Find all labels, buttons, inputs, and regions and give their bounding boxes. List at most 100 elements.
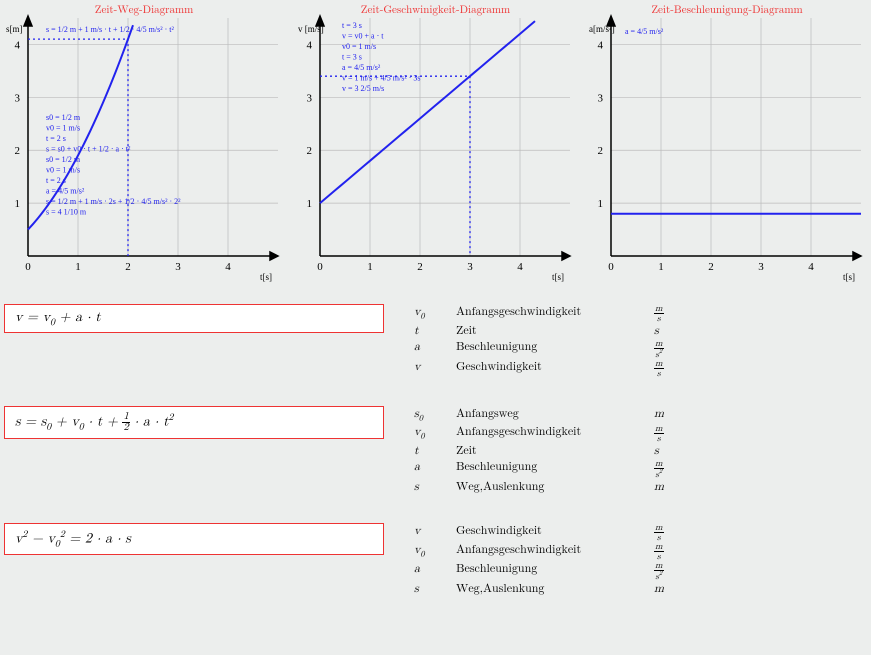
chart-title: Zeit-Beschleunigung-Diagramm: [651, 4, 802, 17]
legend-unit: m: [654, 581, 694, 597]
legend-row: v0Anfangsgeschwindigkeitms: [414, 304, 694, 323]
svg-text:s0 = 1/2 m: s0 = 1/2 m: [46, 113, 81, 122]
svg-text:a = 4/5 m/s²: a = 4/5 m/s²: [46, 187, 85, 196]
chart-svg: 012341234t[s]a[m/s²]a = 4/5 m/s²: [587, 4, 867, 284]
svg-text:2: 2: [417, 261, 423, 273]
legend-desc: Geschwindigkeit: [456, 359, 636, 378]
svg-text:t[s]: t[s]: [843, 272, 855, 282]
formula-box: v2 − v02 = 2 · a · s: [4, 523, 384, 554]
legend-row: a Beschleunigung ms2: [414, 459, 694, 479]
legend-row: v0 Anfangsgeschwindigkeit ms: [414, 542, 694, 561]
legend-unit: ms: [654, 359, 694, 378]
svg-text:3: 3: [306, 92, 312, 104]
legend-desc: Beschleunigung: [456, 561, 636, 581]
svg-text:0: 0: [608, 261, 614, 273]
svg-text:3: 3: [175, 261, 181, 273]
legend-unit: ms: [654, 424, 694, 443]
svg-text:1: 1: [306, 198, 312, 210]
legend-symbol: v: [414, 359, 438, 378]
svg-text:v = 3 2/5 m/s: v = 3 2/5 m/s: [342, 84, 384, 93]
legend-symbol: a: [414, 459, 438, 479]
legend-desc: Anfangsgeschwindigkeit: [456, 424, 636, 443]
legend-desc: Weg,Auslenkung: [456, 479, 636, 495]
legend-unit: ms: [654, 542, 694, 561]
legend-symbol: s: [414, 479, 438, 495]
chart-title: Zeit-Geschwinigkeit-Diagramm: [361, 4, 510, 17]
formula-row: s = s0 + v0 · t + 12 · a · t2 s0 Anfangswe…: [4, 406, 867, 495]
svg-text:t = 3 s: t = 3 s: [342, 21, 362, 30]
svg-text:1: 1: [598, 198, 604, 210]
svg-text:1: 1: [15, 198, 21, 210]
legend-desc: Zeit: [456, 323, 636, 339]
svg-text:1: 1: [75, 261, 81, 273]
legend-desc: Anfangsgeschwindigkeit: [456, 542, 636, 561]
svg-text:t[s]: t[s]: [260, 272, 272, 282]
svg-text:s = s0 + v0 · t + 1/2 · a · t²: s = s0 + v0 · t + 1/2 · a · t²: [46, 145, 131, 154]
legend-symbol: s0: [414, 406, 438, 424]
svg-text:4: 4: [225, 261, 231, 273]
svg-text:4: 4: [598, 39, 604, 51]
legend-desc: Beschleunigung: [456, 339, 636, 359]
legend-symbol: v: [414, 523, 438, 542]
legend-row: s0Anfangswegm: [414, 406, 694, 424]
svg-text:1: 1: [658, 261, 664, 273]
svg-text:4: 4: [15, 39, 21, 51]
svg-text:v0 = 1 m/s: v0 = 1 m/s: [46, 166, 80, 175]
charts-row: Zeit-Weg-Diagramm 0 1 2 3 4 1 2 3 4 t[s] s[m] s = 1…: [4, 4, 867, 284]
legend-desc: Beschleunigung: [456, 459, 636, 479]
svg-text:v = v0 + a · t: v = v0 + a · t: [342, 32, 384, 41]
svg-text:s = 1/2 m + 1 m/s · t + 1/2 ·: s = 1/2 m + 1 m/s · t + 1/2 · 4/5 m/s² ·…: [46, 25, 174, 34]
legend-unit: m: [654, 479, 694, 495]
formula-legend: v0AnfangsgeschwindigkeitmstZeitsaBeschle…: [414, 304, 694, 378]
chart-svg: 012341234t[s]s[m]s = 1/2 m + 1 m/s · t +…: [4, 4, 284, 284]
legend-desc: Weg,Auslenkung: [456, 581, 636, 597]
legend-row: a Beschleunigung ms2: [414, 561, 694, 581]
svg-text:s = 1/2 m + 1 m/s · 2s + 1/2 ·: s = 1/2 m + 1 m/s · 2s + 1/2 · 4/5 m/s² …: [46, 197, 181, 206]
legend-unit: ms2: [654, 561, 694, 581]
svg-text:v = 1 m/s + 4/5 m/s² · 3s: v = 1 m/s + 4/5 m/s² · 3s: [342, 74, 421, 83]
svg-text:s = 4 1/10 m: s = 4 1/10 m: [46, 208, 87, 217]
legend-unit: s: [654, 323, 694, 339]
legend-desc: Zeit: [456, 443, 636, 459]
chart-s-t: Zeit-Weg-Diagramm 012341234t[s]s[m]s = 1…: [4, 4, 284, 284]
svg-text:1: 1: [367, 261, 373, 273]
legend-symbol: a: [414, 339, 438, 359]
svg-text:v [m/s]: v [m/s]: [298, 24, 324, 34]
legend-symbol: t: [414, 323, 438, 339]
svg-text:3: 3: [598, 92, 604, 104]
svg-text:v0 = 1 m/s: v0 = 1 m/s: [342, 42, 376, 51]
formula-box: v = v0 + a · t: [4, 304, 384, 333]
formula-box: s = s0 + v0 · t + 12 · a · t2: [4, 406, 384, 439]
svg-text:4: 4: [517, 261, 523, 273]
chart-v-t: Zeit-Geschwinigkeit-Diagramm 0 1 2 3 4 1 2 3 4 t[…: [296, 4, 576, 284]
formula-row: v2 − v02 = 2 · a · s vGeschwindigkeitmsv0…: [4, 523, 867, 597]
svg-text:2: 2: [598, 145, 604, 157]
svg-text:4: 4: [808, 261, 814, 273]
svg-text:3: 3: [758, 261, 764, 273]
svg-text:a = 4/5 m/s²: a = 4/5 m/s²: [625, 27, 664, 36]
svg-text:2: 2: [306, 145, 312, 157]
legend-unit: ms: [654, 304, 694, 323]
svg-text:t = 2 s: t = 2 s: [46, 176, 66, 185]
legend-symbol: a: [414, 561, 438, 581]
svg-text:3: 3: [467, 261, 473, 273]
chart-title: Zeit-Weg-Diagramm: [95, 4, 194, 17]
legend-symbol: s: [414, 581, 438, 597]
svg-text:v0 = 1 m/s: v0 = 1 m/s: [46, 124, 80, 133]
legend-unit: ms2: [654, 459, 694, 479]
formulas-section: v = v0 + a · tv0Anfangsgeschwindigkeitms…: [4, 304, 867, 597]
legend-symbol: v0: [414, 542, 438, 561]
formula-row: v = v0 + a · tv0Anfangsgeschwindigkeitms…: [4, 304, 867, 378]
chart-a-t: Zeit-Beschleunigung-Diagramm 012341234t[…: [587, 4, 867, 284]
svg-text:s[m]: s[m]: [6, 24, 23, 34]
legend-row: t Zeit s: [414, 443, 694, 459]
svg-text:0: 0: [317, 261, 323, 273]
svg-text:t[s]: t[s]: [552, 272, 564, 282]
legend-unit: s: [654, 443, 694, 459]
legend-desc: Anfangsweg: [456, 406, 636, 424]
legend-row: t Zeit s: [414, 323, 694, 339]
legend-symbol: t: [414, 443, 438, 459]
svg-text:4: 4: [306, 39, 312, 51]
legend-row: vGeschwindigkeitms: [414, 523, 694, 542]
legend-desc: Anfangsgeschwindigkeit: [456, 304, 636, 323]
